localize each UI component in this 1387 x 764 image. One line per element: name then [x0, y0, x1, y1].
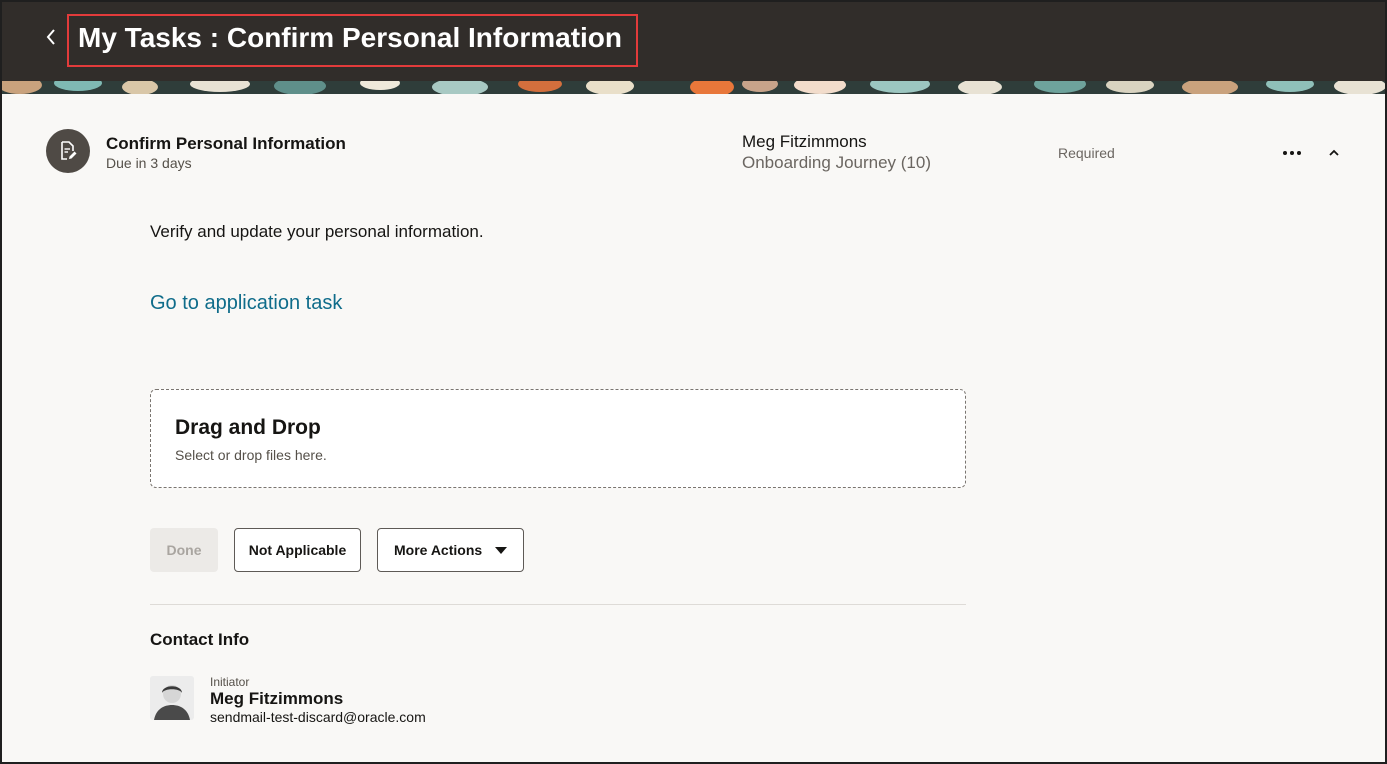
dropzone-title: Drag and Drop — [175, 416, 321, 439]
task-title: Confirm Personal Information — [106, 134, 346, 153]
chevron-left-icon — [45, 28, 57, 51]
contact-email: sendmail-test-discard@oracle.com — [210, 709, 426, 725]
caret-down-icon — [495, 547, 507, 554]
ellipsis-icon — [1282, 143, 1302, 161]
contact-info-heading: Contact Info — [150, 630, 250, 649]
contact-name: Meg Fitzimmons — [210, 689, 344, 708]
page-header: My Tasks : Confirm Personal Information — [0, 0, 1387, 81]
more-actions-label: More Actions — [394, 542, 483, 558]
go-to-application-task-link[interactable]: Go to application task — [150, 292, 342, 315]
page-title: My Tasks : Confirm Personal Information — [78, 22, 623, 53]
not-applicable-button[interactable]: Not Applicable — [234, 528, 361, 572]
avatar — [150, 676, 194, 720]
done-button[interactable]: Done — [150, 528, 218, 572]
dropzone-subtitle: Select or drop files here. — [175, 447, 327, 463]
file-dropzone[interactable]: Drag and Drop Select or drop files here. — [150, 389, 966, 488]
more-options-button[interactable] — [1278, 138, 1306, 166]
journey-name: Onboarding Journey (10) — [742, 153, 932, 172]
document-edit-icon — [46, 129, 90, 173]
divider — [150, 604, 966, 605]
task-description: Verify and update your personal informat… — [150, 222, 484, 241]
decorative-banner — [0, 81, 1387, 94]
contact-role: Initiator — [210, 675, 250, 689]
status-badge: Required — [1058, 145, 1115, 161]
assignee-name: Meg Fitzimmons — [742, 132, 867, 151]
chevron-up-icon — [1328, 143, 1340, 161]
more-actions-button[interactable]: More Actions — [377, 528, 524, 572]
task-due-date: Due in 3 days — [106, 155, 192, 171]
collapse-button[interactable] — [1322, 140, 1346, 164]
back-button[interactable] — [38, 24, 64, 54]
